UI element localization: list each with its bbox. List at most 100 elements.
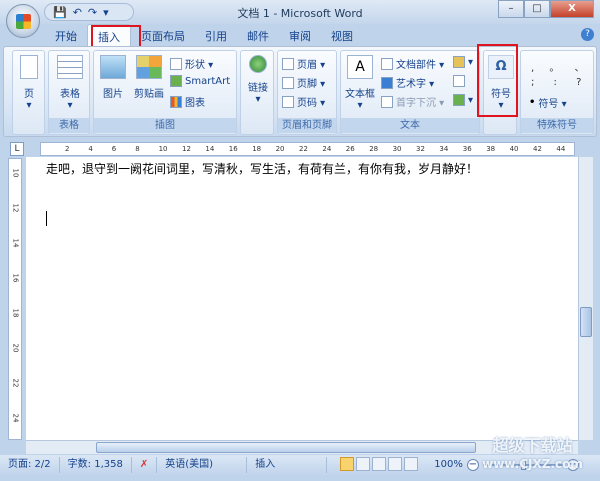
ruler-tick-label: 22: [299, 145, 308, 153]
group-label-special-symbols: 特殊符号: [521, 118, 593, 133]
draft-icon[interactable]: [404, 457, 419, 471]
table-button[interactable]: 表格 ▾: [53, 55, 87, 111]
proofing-icon[interactable]: ✗: [132, 457, 158, 473]
ruler-tick-label: 22: [11, 378, 20, 388]
window-controls: – □ X: [498, 0, 594, 18]
table-icon: [57, 55, 83, 79]
header-icon: [282, 57, 294, 70]
group-special-symbols: , 。 、 ; : ? • 符号 ▾ 特殊符号: [520, 50, 594, 135]
chart-button[interactable]: 图表: [170, 94, 205, 109]
ruler-tick-label: 36: [462, 145, 472, 153]
page-icon: [20, 55, 38, 79]
ruler-tick-label: 12: [11, 203, 20, 213]
date-time-icon: [453, 75, 465, 87]
horizontal-ruler[interactable]: 2 4 6 8 10 12 14 16 18 20 22 24 26 28 30 32 34 36 38 40 42 44: [40, 142, 575, 156]
zoom-level[interactable]: 100%: [434, 457, 463, 473]
ruler-tick-label: 28: [369, 145, 379, 153]
footer-button[interactable]: 页脚 ▾: [282, 75, 325, 90]
group-tables: 表格 ▾ 表格: [48, 50, 90, 135]
ruler-tick-label: 34: [439, 145, 449, 153]
insert-mode[interactable]: 插入: [247, 457, 328, 473]
link-icon: [249, 55, 267, 73]
help-icon[interactable]: ?: [581, 28, 594, 41]
header-button[interactable]: 页眉 ▾: [282, 56, 325, 71]
smartart-icon: [170, 75, 182, 87]
wordart-button[interactable]: 艺术字 ▾: [381, 75, 434, 90]
ruler-tick-label: 18: [252, 145, 262, 153]
ruler-tick-label: 8: [135, 145, 140, 153]
hscroll-thumb[interactable]: [96, 442, 476, 453]
special-symbol-row2[interactable]: ; : ?: [531, 77, 589, 88]
outline-icon[interactable]: [388, 457, 403, 471]
page-button[interactable]: 页 ▾: [16, 55, 42, 111]
maximize-button[interactable]: □: [524, 0, 550, 18]
ruler-tick-label: 40: [509, 145, 519, 153]
ruler-tick-label: 20: [11, 343, 20, 353]
special-symbol-button[interactable]: • 符号 ▾: [529, 95, 567, 110]
ruler-tick-label: 16: [228, 145, 238, 153]
minimize-button[interactable]: –: [498, 0, 524, 18]
object-icon: [453, 94, 465, 106]
watermark: 超级下载站 www.CJXZ.com: [482, 436, 583, 472]
tab-home[interactable]: 开始: [45, 24, 87, 46]
special-symbol-row1[interactable]: , 。 、: [531, 59, 591, 74]
tab-selector[interactable]: L: [10, 142, 24, 156]
print-layout-icon[interactable]: [340, 457, 355, 471]
quick-parts-icon: [381, 57, 393, 70]
document-page[interactable]: 走吧，退守到一阙花间词里，写清秋，写生活，有荷有兰，有你有我，岁月静好！: [26, 157, 578, 440]
group-pages: 页 ▾: [12, 50, 45, 135]
ruler-tick-label: 16: [11, 273, 20, 283]
date-time-button[interactable]: [453, 75, 465, 87]
page-count[interactable]: 页面: 2/2: [0, 457, 60, 473]
tab-mailings[interactable]: 邮件: [237, 24, 279, 46]
chart-icon: [170, 95, 182, 108]
clipart-icon: [136, 55, 162, 79]
ruler-tick-label: 4: [88, 145, 93, 153]
object-button[interactable]: ▾: [453, 94, 473, 106]
tab-references[interactable]: 引用: [195, 24, 237, 46]
link-button[interactable]: 链接 ▾: [244, 55, 272, 105]
smartart-button[interactable]: SmartArt: [170, 75, 230, 87]
signature-icon: [453, 56, 465, 68]
ruler-tick-label: 2: [65, 145, 70, 153]
picture-button[interactable]: 图片: [98, 55, 128, 100]
signature-line-button[interactable]: ▾: [453, 56, 473, 68]
ruler-tick-label: 10: [11, 168, 20, 178]
ruler-tick-label: 30: [392, 145, 402, 153]
full-screen-reading-icon[interactable]: [356, 457, 371, 471]
picture-icon: [100, 55, 126, 79]
undo-icon[interactable]: ↶: [73, 6, 82, 19]
vertical-scrollbar[interactable]: [578, 157, 593, 440]
shapes-button[interactable]: 形状 ▾: [170, 56, 213, 71]
ruler-tick-label: 18: [11, 308, 20, 318]
group-label-illustrations: 插图: [94, 118, 236, 133]
page-number-button[interactable]: 页码 ▾: [282, 94, 325, 109]
web-layout-icon[interactable]: [372, 457, 387, 471]
page-number-icon: [282, 95, 294, 108]
group-text: A 文本框 ▾ 文档部件 ▾ 艺术字 ▾ 首字下沉 ▾ ▾ ▾ 文本: [340, 50, 480, 135]
ruler-tick-label: 26: [345, 145, 355, 153]
ruler-tick-label: 6: [111, 145, 117, 153]
language[interactable]: 英语(美国): [157, 457, 248, 473]
scroll-thumb[interactable]: [580, 307, 592, 337]
view-buttons: [332, 457, 426, 473]
tab-view[interactable]: 视图: [321, 24, 363, 46]
textbox-button[interactable]: A 文本框 ▾: [343, 55, 377, 111]
save-icon[interactable]: 💾: [53, 6, 67, 19]
tab-review[interactable]: 审阅: [279, 24, 321, 46]
ribbon-tabs: 开始 插入 页面布局 引用 邮件 审阅 视图: [0, 24, 600, 46]
redo-icon[interactable]: ↷: [88, 6, 97, 19]
quick-parts-button[interactable]: 文档部件 ▾: [381, 56, 444, 71]
ruler-tick-label: 14: [205, 145, 215, 153]
document-text[interactable]: 走吧，退守到一阙花间词里，写清秋，写生活，有荷有兰，有你有我，岁月静好！: [46, 160, 478, 177]
text-cursor: [46, 211, 47, 226]
dropcap-icon: [381, 95, 393, 108]
clipart-button[interactable]: 剪贴画: [132, 55, 166, 100]
customize-qat-icon[interactable]: ▾: [103, 6, 109, 19]
vertical-ruler[interactable]: 10 12 14 16 18 20 22 24: [8, 158, 22, 440]
word-count[interactable]: 字数: 1,358: [60, 457, 132, 473]
close-button[interactable]: X: [550, 0, 594, 18]
dropcap-button[interactable]: 首字下沉 ▾: [381, 94, 444, 109]
quick-access-toolbar: 💾 ↶ ↷ ▾: [44, 3, 134, 21]
ruler-tick-label: 24: [322, 145, 332, 153]
